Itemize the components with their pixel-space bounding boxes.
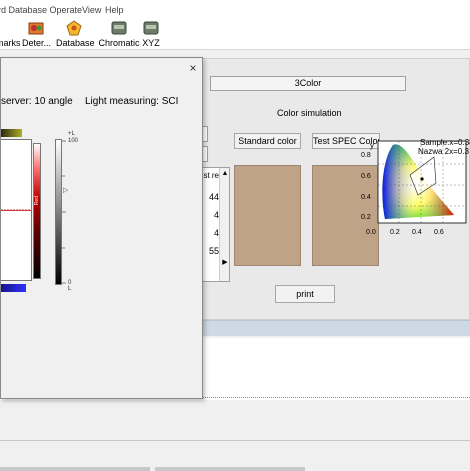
chromatic-button[interactable]: Chromatic xyxy=(98,20,140,48)
database-label: Database xyxy=(56,38,95,48)
determine-label: Deter... xyxy=(22,38,52,48)
panel-divider-bar xyxy=(200,320,470,336)
bookmarks-button[interactable]: marks xyxy=(0,20,21,48)
database-icon xyxy=(66,20,82,36)
plot-marker-line xyxy=(1,209,31,211)
cie-sample-label: Sample:x=0.38 xyxy=(420,138,470,147)
menu-bar: rd Database Operate View Help xyxy=(0,0,470,18)
yellow-gradient-bar xyxy=(1,129,22,137)
lightness-minus-label: L xyxy=(68,286,72,292)
lightness-plus-label: +L xyxy=(68,131,75,137)
dotted-separator xyxy=(200,397,470,398)
cie-x-tick: 0.6 xyxy=(434,229,444,236)
status-bar xyxy=(0,440,470,471)
toolbar: marks Deter... Database Chromatic XYZ xyxy=(0,18,470,50)
xyz-button[interactable]: XYZ xyxy=(140,20,162,48)
cie-y-tick: 0.2 xyxy=(361,214,371,221)
cie-y-tick: 0.8 xyxy=(361,152,371,159)
color-simulation-label: Color simulation xyxy=(277,108,342,118)
observer-label: server: 10 angle xyxy=(1,96,73,107)
list-scrollbar[interactable]: ▲ ▶ xyxy=(219,168,229,281)
xyz-label: XYZ xyxy=(142,38,160,48)
test-results-list[interactable]: st re 44 4 4 55 ▲ ▶ xyxy=(200,167,230,282)
ab-color-plot xyxy=(1,139,32,281)
cie-y-tick: 0.6 xyxy=(361,173,371,180)
scroll-up-icon[interactable]: ▲ xyxy=(220,169,230,179)
bookmarks-label: marks xyxy=(0,38,21,48)
red-gradient-bar: Red xyxy=(33,143,41,279)
blue-gradient-bar xyxy=(1,284,26,292)
lightness-scale-ticks xyxy=(62,140,66,284)
database-button[interactable]: Database xyxy=(56,20,95,48)
close-icon[interactable]: × xyxy=(186,61,200,75)
menu-item-view[interactable]: View xyxy=(82,5,101,15)
cie-name-label: Nazwa 2x=0.3 xyxy=(418,147,469,156)
cie-y-axis-label: y xyxy=(370,141,374,150)
lightness-max-label: 100 xyxy=(68,138,79,144)
xyz-icon xyxy=(143,21,159,35)
light-measuring-label: Light measuring: SCI xyxy=(85,96,179,107)
print-button[interactable]: print xyxy=(275,285,335,303)
determine-button[interactable]: Deter... xyxy=(22,20,52,48)
cie-x-tick: 0.0 xyxy=(366,229,376,236)
determine-icon xyxy=(28,22,44,35)
cie-x-tick: 0.4 xyxy=(412,229,422,236)
cie-y-tick: 0.4 xyxy=(361,194,371,201)
color-difference-dialog: × server: 10 angle Light measuring: SCI … xyxy=(0,57,203,399)
scroll-right-icon[interactable]: ▶ xyxy=(220,258,230,268)
standard-color-button[interactable]: Standard color xyxy=(234,133,301,149)
lightness-gradient-bar xyxy=(55,139,62,285)
lightness-pointer-icon: ▷ xyxy=(63,187,69,194)
panel-title: 3Color xyxy=(210,76,406,91)
red-bar-label: Red xyxy=(34,196,40,206)
bookmarks-icon xyxy=(0,20,17,36)
menu-item-database-operate[interactable]: rd Database Operate xyxy=(0,5,82,15)
cie-chromaticity-diagram: y 0.8 0.6 0.4 0.2 0.0 0.2 0.4 0.6 Sample… xyxy=(360,135,470,240)
cie-x-tick: 0.2 xyxy=(390,229,400,236)
chromatic-icon xyxy=(111,21,127,35)
menu-item-help[interactable]: Help xyxy=(105,5,124,15)
standard-color-swatch xyxy=(234,165,301,266)
chromatic-label: Chromatic xyxy=(98,38,140,48)
